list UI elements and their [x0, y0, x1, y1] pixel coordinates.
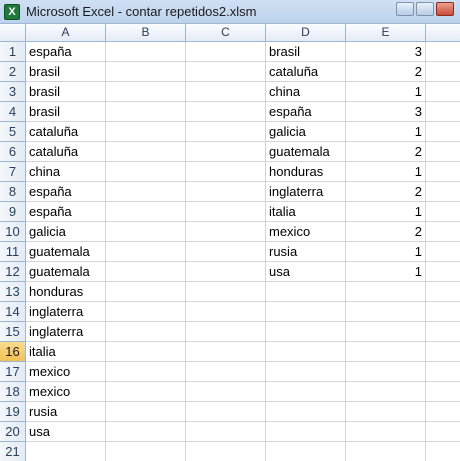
cell-d11[interactable]: rusia [266, 242, 345, 262]
column-header-c[interactable]: C [186, 24, 266, 42]
cell-d5[interactable]: galicia [266, 122, 345, 142]
cell-a5[interactable]: cataluña [26, 122, 105, 142]
column-header-b[interactable]: B [106, 24, 186, 42]
cell-a6[interactable]: cataluña [26, 142, 105, 162]
cell-a19[interactable]: rusia [26, 402, 105, 422]
cell-e1[interactable]: 3 [346, 42, 425, 62]
cell-a16[interactable]: italia [26, 342, 105, 362]
cell-e5[interactable]: 1 [346, 122, 425, 142]
excel-app-icon[interactable]: X [4, 4, 20, 20]
row-header-9[interactable]: 9 [0, 202, 26, 222]
cell-d10[interactable]: mexico [266, 222, 345, 242]
cell-e4[interactable]: 3 [346, 102, 425, 122]
row-header-17[interactable]: 17 [0, 362, 26, 382]
row-header-12[interactable]: 12 [0, 262, 26, 282]
title-bar: X Microsoft Excel - contar repetidos2.xl… [0, 0, 460, 24]
cell-a15[interactable]: inglaterra [26, 322, 105, 342]
column-header-d[interactable]: D [266, 24, 346, 42]
cell-a8[interactable]: españa [26, 182, 105, 202]
cell-e8[interactable]: 2 [346, 182, 425, 202]
cell-d3[interactable]: china [266, 82, 345, 102]
row-header-15[interactable]: 15 [0, 322, 26, 342]
gridline-vertical [425, 42, 426, 461]
row-header-21[interactable]: 21 [0, 442, 26, 461]
row-header-18[interactable]: 18 [0, 382, 26, 402]
cell-a18[interactable]: mexico [26, 382, 105, 402]
cell-d1[interactable]: brasil [266, 42, 345, 62]
cell-a2[interactable]: brasil [26, 62, 105, 82]
row-header-5[interactable]: 5 [0, 122, 26, 142]
cell-d8[interactable]: inglaterra [266, 182, 345, 202]
row-header-10[interactable]: 10 [0, 222, 26, 242]
cell-e10[interactable]: 2 [346, 222, 425, 242]
cell-a1[interactable]: españa [26, 42, 105, 62]
row-header-4[interactable]: 4 [0, 102, 26, 122]
cell-a10[interactable]: galicia [26, 222, 105, 242]
cell-d2[interactable]: cataluña [266, 62, 345, 82]
cell-d6[interactable]: guatemala [266, 142, 345, 162]
column-header-bar: ABCDE [0, 24, 460, 42]
cell-a4[interactable]: brasil [26, 102, 105, 122]
row-header-1[interactable]: 1 [0, 42, 26, 62]
cell-e7[interactable]: 1 [346, 162, 425, 182]
row-header-8[interactable]: 8 [0, 182, 26, 202]
cell-a9[interactable]: españa [26, 202, 105, 222]
cell-e2[interactable]: 2 [346, 62, 425, 82]
row-header-13[interactable]: 13 [0, 282, 26, 302]
minimize-button[interactable] [396, 2, 414, 16]
cell-d4[interactable]: españa [266, 102, 345, 122]
cell-d12[interactable]: usa [266, 262, 345, 282]
cell-e6[interactable]: 2 [346, 142, 425, 162]
cell-a14[interactable]: inglaterra [26, 302, 105, 322]
column-header-e[interactable]: E [346, 24, 426, 42]
cell-e9[interactable]: 1 [346, 202, 425, 222]
row-header-14[interactable]: 14 [0, 302, 26, 322]
cell-e11[interactable]: 1 [346, 242, 425, 262]
column-header-a[interactable]: A [26, 24, 106, 42]
maximize-button[interactable] [416, 2, 434, 16]
row-header-19[interactable]: 19 [0, 402, 26, 422]
row-header-2[interactable]: 2 [0, 62, 26, 82]
cell-a13[interactable]: honduras [26, 282, 105, 302]
cell-a7[interactable]: china [26, 162, 105, 182]
cell-a17[interactable]: mexico [26, 362, 105, 382]
cell-a11[interactable]: guatemala [26, 242, 105, 262]
cell-e12[interactable]: 1 [346, 262, 425, 282]
gridline-vertical [185, 42, 186, 461]
window-title: Microsoft Excel - contar repetidos2.xlsm [26, 4, 257, 19]
select-all-corner[interactable] [0, 24, 26, 42]
cell-d9[interactable]: italia [266, 202, 345, 222]
cell-e3[interactable]: 1 [346, 82, 425, 102]
row-header-11[interactable]: 11 [0, 242, 26, 262]
cell-d7[interactable]: honduras [266, 162, 345, 182]
worksheet-grid[interactable]: ABCDE 1 2 3 4 5 6 7 8 9 10 11 12 13 14 15 16 17 18 19 20 21 e… [0, 24, 460, 461]
row-header-6[interactable]: 6 [0, 142, 26, 162]
cell-a12[interactable]: guatemala [26, 262, 105, 282]
gridline-vertical [105, 42, 106, 461]
row-header-7[interactable]: 7 [0, 162, 26, 182]
row-header-20[interactable]: 20 [0, 422, 26, 442]
row-header-3[interactable]: 3 [0, 82, 26, 102]
cell-a3[interactable]: brasil [26, 82, 105, 102]
row-header-16[interactable]: 16 [0, 342, 26, 362]
close-button[interactable] [436, 2, 454, 16]
cell-a20[interactable]: usa [26, 422, 105, 442]
